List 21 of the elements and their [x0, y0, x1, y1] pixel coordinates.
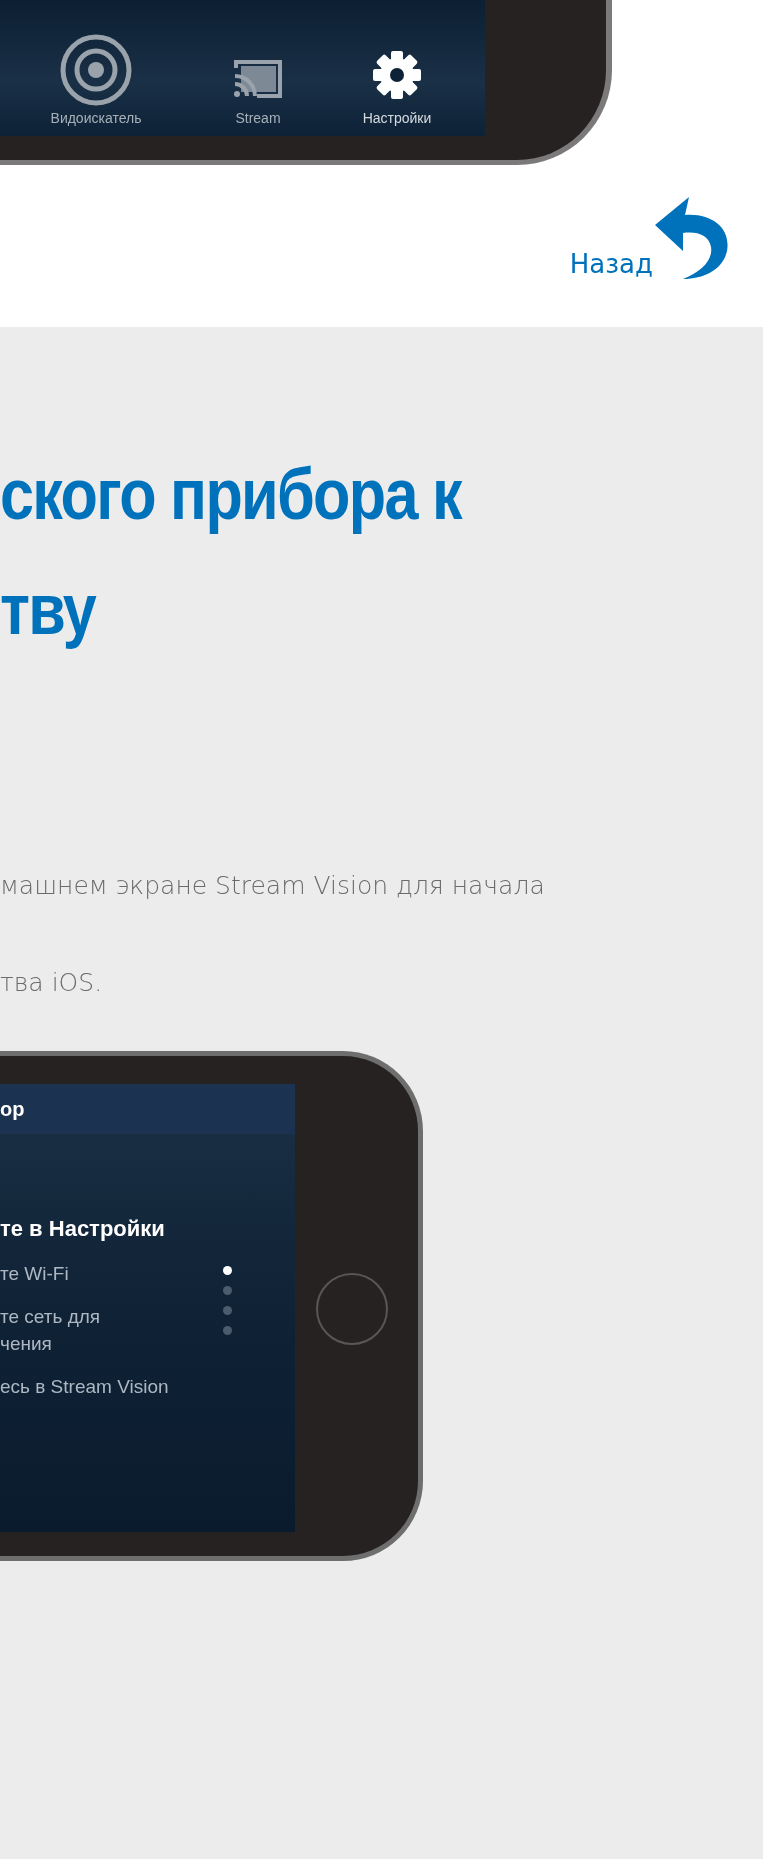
pagination-dot[interactable] [223, 1266, 232, 1275]
back-arrow-icon [653, 195, 731, 281]
instruction-title: те в Настройки [0, 1216, 165, 1242]
screen-title: ор [0, 1097, 25, 1121]
instruction-step: те Wi-Fi [0, 1260, 69, 1287]
back-link[interactable]: Назад [569, 195, 731, 281]
pagination-dot[interactable] [223, 1306, 232, 1315]
nav-label[interactable]: Stream [235, 110, 281, 126]
instruction-step: те сеть для чения [0, 1303, 101, 1357]
target-icon[interactable] [60, 34, 132, 106]
nav-label[interactable]: Видоискатель [50, 110, 142, 126]
pagination-dot[interactable] [223, 1286, 232, 1295]
paragraph-text: тва iOS. [0, 967, 104, 999]
settings-icon[interactable] [372, 50, 422, 100]
pagination-dot[interactable] [223, 1326, 232, 1335]
cast-icon[interactable] [233, 58, 283, 100]
instruction-step: есь в Stream Vision [0, 1373, 169, 1400]
paragraph-text: машнем экране Stream Vision для начала [0, 870, 546, 902]
nav-label[interactable]: Настройки [362, 110, 432, 126]
heading-text: ского прибора к [0, 453, 462, 536]
heading-text: тву [0, 568, 95, 651]
